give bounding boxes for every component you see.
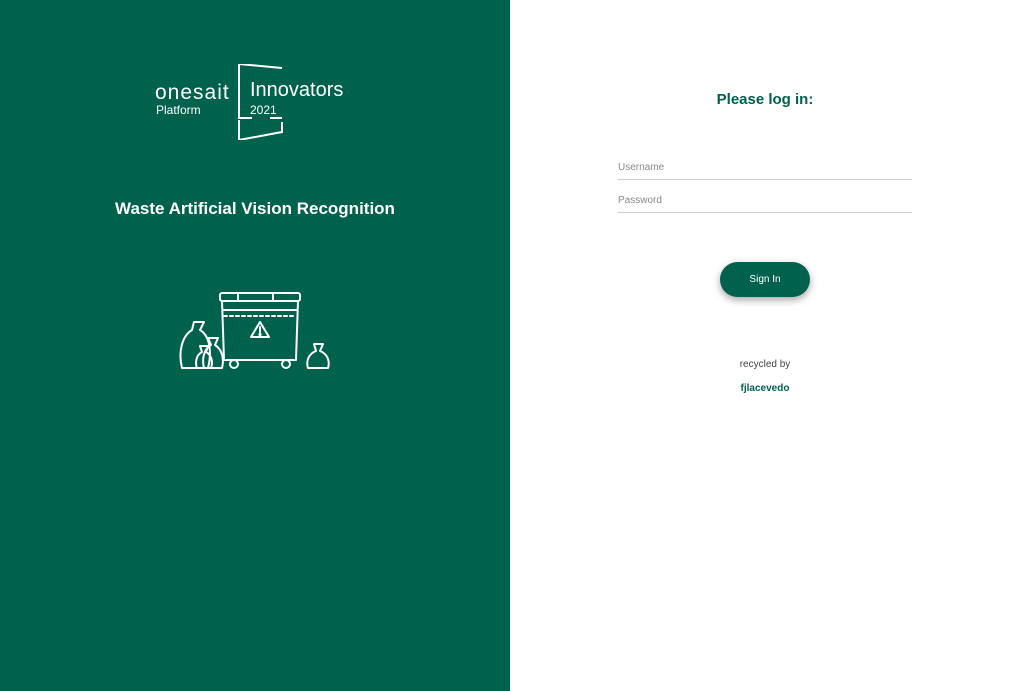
waste-container-with-bags-icon [179, 292, 330, 369]
logo-brand-name: onesait [155, 81, 230, 104]
login-page: onesait Platform Innovators 2021 Waste A… [0, 0, 1020, 691]
branding-panel: onesait Platform Innovators 2021 Waste A… [0, 0, 510, 691]
username-input[interactable] [618, 155, 912, 180]
logo-event-name: Innovators [250, 79, 344, 101]
login-panel: Please log in: Sign In recycled by fjlac… [510, 0, 1020, 691]
login-heading: Please log in: [716, 91, 814, 108]
onesait-innovators-logo: onesait Platform Innovators 2021 [155, 64, 365, 144]
logo-platform-label: Platform [156, 103, 201, 117]
author-name: fjlacevedo [740, 383, 790, 394]
recycled-by-label: recycled by [739, 359, 791, 370]
app-title: Waste Artificial Vision Recognition [115, 199, 395, 218]
login-heading-container: Please log in: [510, 91, 1020, 109]
logo-event-year: 2021 [250, 103, 277, 117]
password-input[interactable] [618, 188, 912, 213]
sign-in-button[interactable]: Sign In [720, 262, 810, 297]
door-icon [238, 64, 283, 140]
